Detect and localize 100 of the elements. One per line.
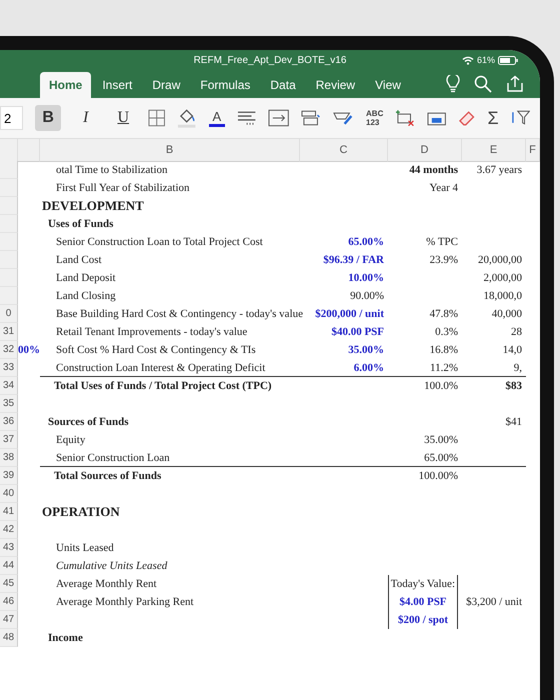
- borders-icon[interactable]: [148, 109, 166, 127]
- brush-icon[interactable]: [332, 110, 354, 126]
- table-cell-text: First Full Year of Stabilization: [55, 182, 190, 194]
- table-cell: 2,000,00: [484, 272, 522, 284]
- row-header[interactable]: 36: [0, 413, 18, 431]
- column-header[interactable]: F: [526, 139, 540, 162]
- table-cell: 35.00%: [348, 344, 384, 356]
- font-size-field[interactable]: 2: [0, 106, 24, 130]
- ribbon-tab[interactable]: Insert: [93, 72, 142, 98]
- ribbon-tab[interactable]: Data: [261, 72, 305, 98]
- spelling-button[interactable]: ABC 123: [366, 109, 384, 127]
- table-cell: 20,000,00: [478, 254, 522, 266]
- table-cell: $41: [506, 416, 522, 428]
- column-header[interactable]: C: [300, 139, 388, 162]
- row-header[interactable]: 41: [0, 503, 18, 521]
- row-header[interactable]: 42: [0, 521, 18, 539]
- table-cell: $96.39 / FAR: [323, 254, 384, 266]
- wifi-icon: [462, 56, 474, 64]
- table-cell: $83: [506, 380, 522, 392]
- row-header[interactable]: 35: [0, 395, 18, 413]
- wrap-text-icon[interactable]: [268, 109, 290, 127]
- row-header[interactable]: 48: [0, 629, 18, 647]
- text-style-button[interactable]: I: [72, 105, 98, 131]
- share-icon[interactable]: [506, 75, 524, 93]
- table-cell-text: DEVELOPMENT: [41, 198, 144, 214]
- row-header[interactable]: 45: [0, 575, 18, 593]
- text-style-button[interactable]: U: [110, 105, 136, 131]
- row-header[interactable]: 37: [0, 431, 18, 449]
- table-cell: 3.67 years: [476, 164, 522, 176]
- format-icon[interactable]: [301, 109, 321, 127]
- ribbon-tab[interactable]: Review: [306, 72, 364, 98]
- table-cell: 65.00%: [424, 452, 458, 464]
- table-cell: 28: [511, 326, 522, 338]
- table-cell-text: Equity: [55, 434, 86, 446]
- table-cell: $40.00 PSF: [331, 326, 384, 338]
- table-cell: 100.00%: [418, 470, 458, 482]
- eraser-icon[interactable]: [458, 109, 476, 127]
- table-cell-text: Senior Construction Loan to Total Project Cost: [55, 236, 263, 248]
- table-cell-text: Base Building Hard Cost & Contingency - today's value: [55, 308, 304, 320]
- column-header[interactable]: E: [462, 139, 526, 162]
- table-cell-text: Average Monthly Rent: [55, 578, 157, 590]
- table-cell-text: Uses of Funds: [47, 218, 114, 230]
- table-cell: 16.8%: [430, 344, 458, 356]
- table-cell: $200 / spot: [388, 611, 458, 629]
- battery-percent: 61%: [476, 55, 495, 65]
- table-cell: 10.00%: [348, 272, 384, 284]
- table-cell: 40,000: [492, 308, 522, 320]
- font-color-button[interactable]: A: [208, 109, 225, 127]
- table-cell: $4.00 PSF: [388, 593, 458, 611]
- table-cell-text: Average Monthly Parking Rent: [55, 596, 194, 608]
- row-header[interactable]: 31: [0, 323, 18, 341]
- ribbon-tab[interactable]: Draw: [143, 72, 190, 98]
- table-cell: 47.8%: [430, 308, 458, 320]
- table-cell-text: Land Closing: [55, 290, 116, 302]
- sort-filter-icon[interactable]: [510, 109, 530, 127]
- battery-icon: [498, 56, 518, 64]
- table-cell: Year 4: [429, 182, 458, 194]
- table-cell: 9,: [514, 362, 522, 374]
- table-cell: 6.00%: [354, 362, 384, 374]
- table-cell: 65.00%: [348, 236, 384, 248]
- ribbon-tab[interactable]: Home: [40, 72, 92, 98]
- table-cell-text: Cumulative Units Leased: [55, 560, 168, 572]
- column-header[interactable]: D: [388, 139, 462, 162]
- row-header[interactable]: 44: [0, 557, 18, 575]
- row-header[interactable]: 40: [0, 485, 18, 503]
- row-header[interactable]: 46: [0, 593, 18, 611]
- autosum-button[interactable]: Σ: [487, 108, 499, 128]
- table-cell: 90.00%: [350, 290, 384, 302]
- table-cell-text: Total Sources of Funds: [53, 470, 162, 482]
- table-cell: % TPC: [426, 236, 458, 248]
- table-cell: 11.2%: [430, 362, 458, 374]
- lightbulb-icon[interactable]: [446, 75, 460, 93]
- row-header[interactable]: 0: [0, 305, 18, 323]
- row-header[interactable]: 34: [0, 377, 18, 395]
- row-header[interactable]: 33: [0, 359, 18, 377]
- table-cell: 44 months: [409, 164, 458, 176]
- table-cell: 18,000,0: [484, 290, 522, 302]
- search-icon[interactable]: [474, 75, 492, 93]
- table-cell-text: otal Time to Stabilization: [55, 164, 168, 176]
- table-cell: 0.3%: [435, 326, 458, 338]
- table-cell: 100.0%: [424, 380, 458, 392]
- row-header[interactable]: 39: [0, 467, 18, 485]
- table-cell: $3,200 / unit: [466, 596, 522, 608]
- row-header[interactable]: 47: [0, 611, 18, 629]
- table-cell-text: Income: [47, 632, 83, 644]
- row-header[interactable]: 32: [0, 341, 18, 359]
- ribbon-tab[interactable]: Formulas: [191, 72, 260, 98]
- table-cell: 23.9%: [430, 254, 458, 266]
- table-cell: $200,000 / unit: [315, 308, 384, 320]
- align-icon[interactable]: [236, 110, 256, 126]
- table-cell-text: Land Deposit: [55, 272, 116, 284]
- row-header[interactable]: 38: [0, 449, 18, 467]
- table-cell: Today's Value:: [388, 575, 458, 593]
- paint-bucket-icon[interactable]: [177, 107, 197, 129]
- ribbon-tab[interactable]: View: [366, 72, 410, 98]
- table-cell-text: OPERATION: [41, 504, 120, 520]
- text-style-button[interactable]: B: [35, 105, 61, 131]
- insert-cells-icon[interactable]: [395, 109, 415, 127]
- column-header[interactable]: B: [40, 139, 300, 162]
- row-header[interactable]: 43: [0, 539, 18, 557]
